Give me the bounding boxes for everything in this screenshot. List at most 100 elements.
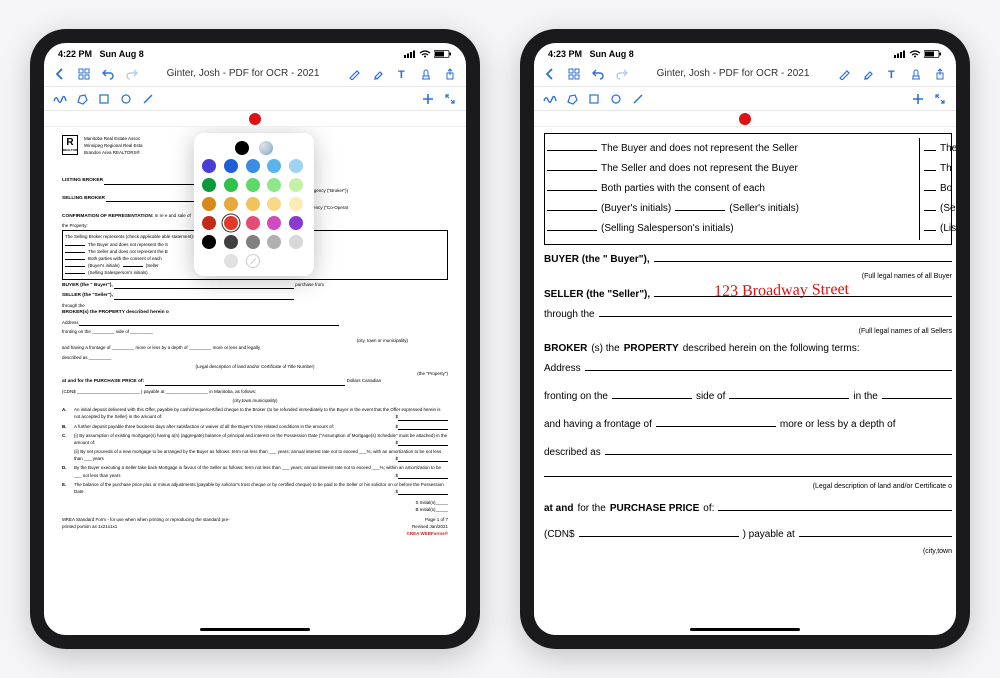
buyer-label: BUYER (the " Buyer"),	[544, 251, 650, 269]
undo-icon[interactable]	[100, 66, 116, 82]
home-indicator[interactable]	[200, 628, 310, 631]
color-swatch[interactable]	[202, 178, 216, 192]
color-swatch[interactable]	[224, 254, 238, 268]
text-tool-icon[interactable]: T	[394, 66, 410, 82]
color-swatch[interactable]	[246, 235, 260, 249]
property-bold: PROPERTY	[624, 340, 679, 358]
document-canvas-left[interactable]: R REALTOR Manitoba Real Estate Assoc Win…	[44, 127, 466, 635]
grid-icon[interactable]	[566, 66, 582, 82]
color-swatch[interactable]	[289, 178, 303, 192]
term-row: A.An initial deposit delivered with this…	[62, 406, 448, 420]
line-tool-icon[interactable]	[630, 91, 646, 107]
term-row: C.(i) By assumption of existing mortgage…	[62, 432, 448, 446]
freehand-tool-icon[interactable]	[52, 91, 68, 107]
polygon-tool-icon[interactable]	[564, 91, 580, 107]
city-town2: (city,town,municipality)	[62, 397, 448, 404]
color-swatch[interactable]	[202, 159, 216, 173]
back-icon[interactable]	[542, 66, 558, 82]
stamp-icon[interactable]	[908, 66, 924, 82]
document-page-zoomed: The Buyer and does not represent the Sel…	[534, 127, 956, 564]
color-mode-sphere-icon[interactable]	[259, 141, 273, 155]
redo-icon[interactable]	[614, 66, 630, 82]
color-picker-popover[interactable]	[194, 133, 314, 276]
svg-text:T: T	[888, 69, 895, 80]
color-swatch[interactable]	[246, 159, 260, 173]
tool-bar	[534, 87, 956, 111]
purchase-price: PURCHASE PRICE	[610, 500, 699, 518]
sellers-initials: (Seller's initials)	[729, 200, 799, 218]
line-tool-icon[interactable]	[140, 91, 156, 107]
stamp-icon[interactable]	[418, 66, 434, 82]
color-swatch[interactable]	[202, 254, 216, 268]
text-tool-icon[interactable]: T	[884, 66, 900, 82]
cut-th: Th	[940, 160, 952, 178]
color-swatch[interactable]	[267, 159, 281, 173]
highlighter-icon[interactable]	[370, 66, 386, 82]
add-icon[interactable]	[910, 91, 926, 107]
pp-pre: at and	[544, 500, 573, 518]
color-swatch[interactable]	[267, 197, 281, 211]
color-swatch[interactable]	[202, 235, 216, 249]
color-swatch[interactable]	[224, 197, 238, 211]
broker-prop: BROKER(s) the PROPERTY described herein …	[62, 309, 448, 317]
color-indicator-row	[534, 111, 956, 127]
webforms: CREA WEBForms®	[407, 530, 448, 537]
home-indicator[interactable]	[690, 628, 800, 631]
color-swatch[interactable]	[267, 216, 281, 230]
color-swatch[interactable]	[224, 159, 238, 173]
term-row: D.By the Buyer executing a Seller take b…	[62, 464, 448, 478]
share-icon[interactable]	[932, 66, 948, 82]
status-bar: 4:23 PM Sun Aug 8	[534, 43, 956, 61]
cut-the: The	[940, 140, 956, 158]
polygon-tool-icon[interactable]	[74, 91, 90, 107]
ipad-right: 4:23 PM Sun Aug 8 Ginter, Josh - PDF for…	[520, 29, 970, 649]
freehand-tool-icon[interactable]	[542, 91, 558, 107]
circle-tool-icon[interactable]	[608, 91, 624, 107]
color-swatch[interactable]	[202, 216, 216, 230]
color-swatch[interactable]	[202, 197, 216, 211]
current-color-swatch[interactable]	[739, 113, 751, 125]
seller-label: SELLER (the "Seller"),	[62, 293, 113, 298]
color-swatch[interactable]	[224, 178, 238, 192]
color-swatch[interactable]	[246, 197, 260, 211]
signal-icon	[894, 50, 906, 58]
expand-icon[interactable]	[932, 91, 948, 107]
color-swatch[interactable]	[289, 235, 303, 249]
circle-tool-icon[interactable]	[118, 91, 134, 107]
undo-icon[interactable]	[590, 66, 606, 82]
cut-lis: (Lis	[940, 220, 956, 238]
color-swatch[interactable]	[267, 235, 281, 249]
color-swatch-none[interactable]	[246, 254, 260, 268]
share-icon[interactable]	[442, 66, 458, 82]
rep-both: Both parties with the consent of each	[601, 180, 765, 198]
highlighter-icon[interactable]	[860, 66, 876, 82]
document-canvas-right[interactable]: The Buyer and does not represent the Sel…	[534, 127, 956, 635]
color-swatch[interactable]	[289, 197, 303, 211]
document-title: Ginter, Josh - PDF for OCR - 2021	[630, 68, 836, 79]
back-icon[interactable]	[52, 66, 68, 82]
current-color-swatch[interactable]	[249, 113, 261, 125]
color-swatch[interactable]	[246, 216, 260, 230]
color-mode-solid-icon[interactable]	[235, 141, 249, 155]
expand-icon[interactable]	[442, 91, 458, 107]
redo-icon[interactable]	[124, 66, 140, 82]
city-town: (city,town	[544, 546, 952, 559]
color-swatch[interactable]	[289, 216, 303, 230]
seller-sub: (Full legal names of all Sellers	[544, 326, 952, 339]
color-indicator-row	[44, 111, 466, 127]
color-swatch[interactable]	[224, 216, 238, 230]
add-icon[interactable]	[420, 91, 436, 107]
color-swatch[interactable]	[246, 178, 260, 192]
nav-bar: Ginter, Josh - PDF for OCR - 2021 T	[44, 61, 466, 87]
assoc-line: Winnipeg Regional Real Esta	[84, 142, 143, 149]
color-swatch[interactable]	[289, 159, 303, 173]
color-swatch[interactable]	[224, 235, 238, 249]
square-tool-icon[interactable]	[586, 91, 602, 107]
brokers-bold: BROKER	[544, 340, 587, 358]
square-tool-icon[interactable]	[96, 91, 112, 107]
grid-icon[interactable]	[76, 66, 92, 82]
sellers-initials: (Seller	[146, 262, 159, 269]
color-swatch[interactable]	[267, 178, 281, 192]
pencil-icon[interactable]	[346, 66, 362, 82]
pencil-icon[interactable]	[836, 66, 852, 82]
